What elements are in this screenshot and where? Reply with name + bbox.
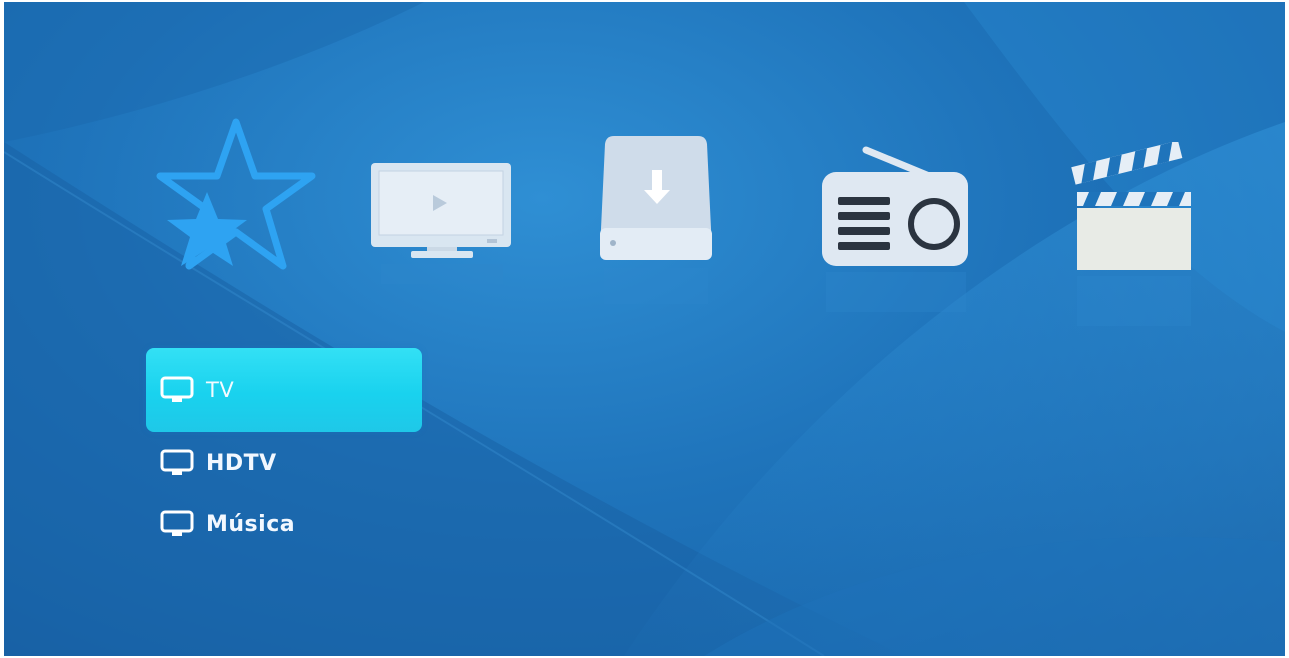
media-home-screen: TV HDTV Música <box>4 2 1285 656</box>
tv-icon <box>158 374 196 406</box>
menu-item-label: HDTV <box>206 450 277 476</box>
download-drive-icon[interactable] <box>594 132 724 312</box>
radio-icon[interactable] <box>816 142 976 322</box>
menu-item-musica[interactable]: Música <box>146 504 422 544</box>
menu-item-label: Música <box>206 511 296 537</box>
menu-item-label: TV <box>206 378 235 402</box>
clapperboard-icon[interactable] <box>1069 142 1199 332</box>
menu-item-tv[interactable]: TV <box>146 348 422 432</box>
menu-item-hdtv[interactable]: HDTV <box>146 443 422 483</box>
tv-icon <box>158 447 196 479</box>
star-icon[interactable] <box>152 114 320 279</box>
tv-icon <box>158 508 196 540</box>
tv-monitor-icon[interactable] <box>367 160 517 300</box>
